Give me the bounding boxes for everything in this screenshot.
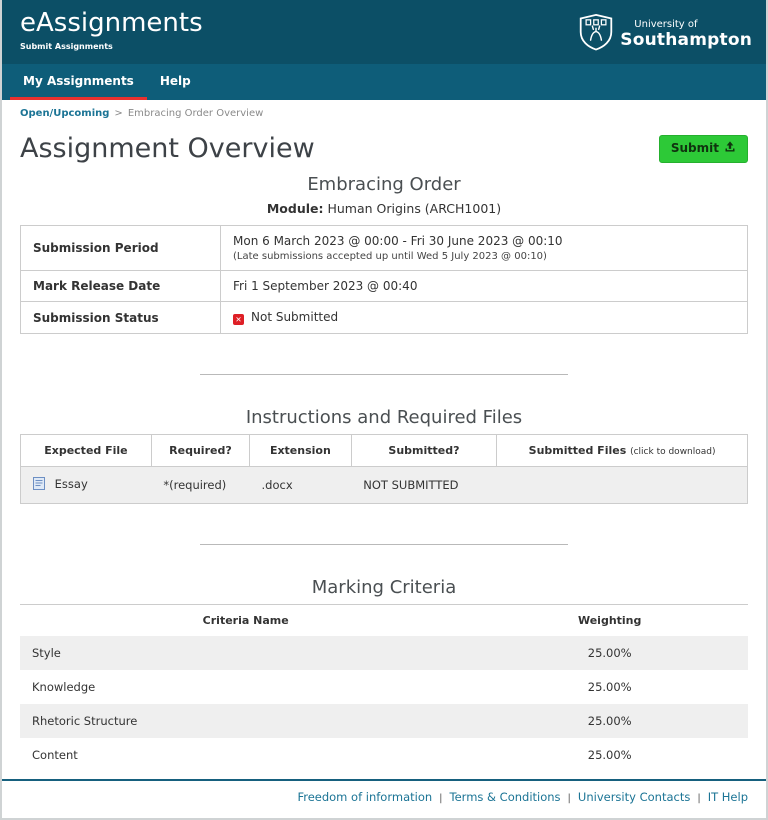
title-row: Assignment Overview Submit [20,133,748,164]
submission-period-value: Mon 6 March 2023 @ 00:00 - Fri 30 June 2… [233,234,563,248]
submission-status-cell: ✕ Not Submitted [220,301,748,334]
submit-button[interactable]: Submit [658,134,748,163]
submitted-files-label: Submitted Files [528,444,627,457]
breadcrumb: Open/Upcoming > Embracing Order Overview [2,100,766,123]
weighting-cell: 25.00% [471,636,748,670]
table-row-style: Style 25.00% [20,636,748,670]
footer-link-freedom-of-information[interactable]: Freedom of information [297,790,432,804]
assignment-title: Embracing Order [307,174,461,195]
module-label: Module: [266,201,324,216]
footer-link-university-contacts[interactable]: University Contacts [578,790,690,804]
main-content: Assignment Overview Submit Embracing Ord… [2,123,766,779]
footer-separator: | [567,793,571,804]
required-files-table: Expected File Required? Extension Submit… [20,434,748,504]
logo-text: University of Southampton [620,18,752,50]
click-to-download-hint: (click to download) [630,447,716,457]
university-logo: University of Southampton [578,13,752,55]
table-row-knowledge: Knowledge 25.00% [20,670,748,704]
submitted-files-cell [496,466,748,504]
table-row-submission-period: Submission Period Mon 6 March 2023 @ 00:… [20,225,748,271]
column-header-required: Required? [150,434,251,467]
files-section-title: Instructions and Required Files [245,407,523,428]
page-title: Assignment Overview [20,133,315,164]
assignment-info-table: Submission Period Mon 6 March 2023 @ 00:… [20,225,748,334]
weighting-cell: 25.00% [471,704,748,738]
table-row-rhetoric-structure: Rhetoric Structure 25.00% [20,704,748,738]
files-header-row: Expected File Required? Extension Submit… [20,434,748,467]
section-divider [200,374,568,375]
nav-item-my-assignments[interactable]: My Assignments [10,64,147,100]
criteria-name-cell: Rhetoric Structure [20,704,472,738]
document-icon [33,477,49,493]
table-row-submission-status: Submission Status ✕ Not Submitted [20,301,748,334]
university-shield-icon [578,13,614,55]
footer-separator: | [439,793,443,804]
mark-release-value: Fri 1 September 2023 @ 00:40 [220,270,748,302]
expected-file-name: Essay [54,477,88,491]
weighting-cell: 25.00% [587,680,632,694]
module-line: Module: Human Origins (ARCH1001) [20,201,748,216]
required-cell: *(required) [151,466,250,504]
column-header-submitted-files: Submitted Files (click to download) [496,434,748,467]
column-header-expected-file: Expected File [20,434,152,467]
late-submission-note: (Late submissions accepted up until Wed … [233,251,547,262]
footer-link-terms-conditions[interactable]: Terms & Conditions [450,790,561,804]
criteria-name-cell: Content [32,748,78,762]
row-label: Submission Period [20,225,221,271]
submitted-cell: NOT SUBMITTED [351,466,497,504]
column-header-submitted: Submitted? [350,434,498,467]
extension-cell: .docx [249,466,352,504]
criteria-header-row: Criteria Name Weighting [20,605,748,637]
logo-line-1: University of [634,18,698,30]
app-header: eAssignments Submit Assignments Universi… [2,0,766,64]
expected-file-cell: Essay [20,466,152,504]
row-value: Mon 6 March 2023 @ 00:00 - Fri 30 June 2… [220,225,748,271]
criteria-name-cell: Knowledge [32,680,96,694]
table-row-mark-release: Mark Release Date Fri 1 September 2023 @… [20,270,748,302]
upload-icon [724,140,736,156]
criteria-name-cell: Style [20,636,472,670]
main-nav: My Assignments Help [2,64,766,100]
nav-item-help[interactable]: Help [147,64,204,100]
breadcrumb-current: Embracing Order Overview [127,108,264,119]
table-row-essay: Essay *(required) .docx NOT SUBMITTED [20,466,748,504]
column-header-extension: Extension [249,434,352,467]
row-label: Mark Release Date [20,270,221,302]
page-footer: Freedom of information | Terms & Condition… [2,779,766,818]
weighting-cell: 25.00% [587,748,632,762]
criteria-section-title: Marking Criteria [311,577,457,598]
footer-link-it-help[interactable]: IT Help [708,790,748,804]
row-label: Submission Status [20,301,221,334]
status-badge: Not Submitted [251,310,339,324]
column-header-weighting: Weighting [577,614,642,627]
logo-line-2: Southampton [620,29,752,50]
column-header-criteria-name: Criteria Name [202,614,289,627]
section-divider [200,544,568,545]
breadcrumb-separator: > [114,108,123,119]
submit-button-label: Submit [670,141,719,155]
marking-criteria-table: Criteria Name Weighting Style 25.00% Kno… [20,604,748,772]
footer-separator: | [697,793,701,804]
table-row-content: Content 25.00% [20,738,748,772]
page: eAssignments Submit Assignments Universi… [0,0,768,820]
module-value: Human Origins (ARCH1001) [327,201,502,216]
breadcrumb-link-open-upcoming[interactable]: Open/Upcoming [20,108,109,119]
not-submitted-icon: ✕ [233,314,244,325]
